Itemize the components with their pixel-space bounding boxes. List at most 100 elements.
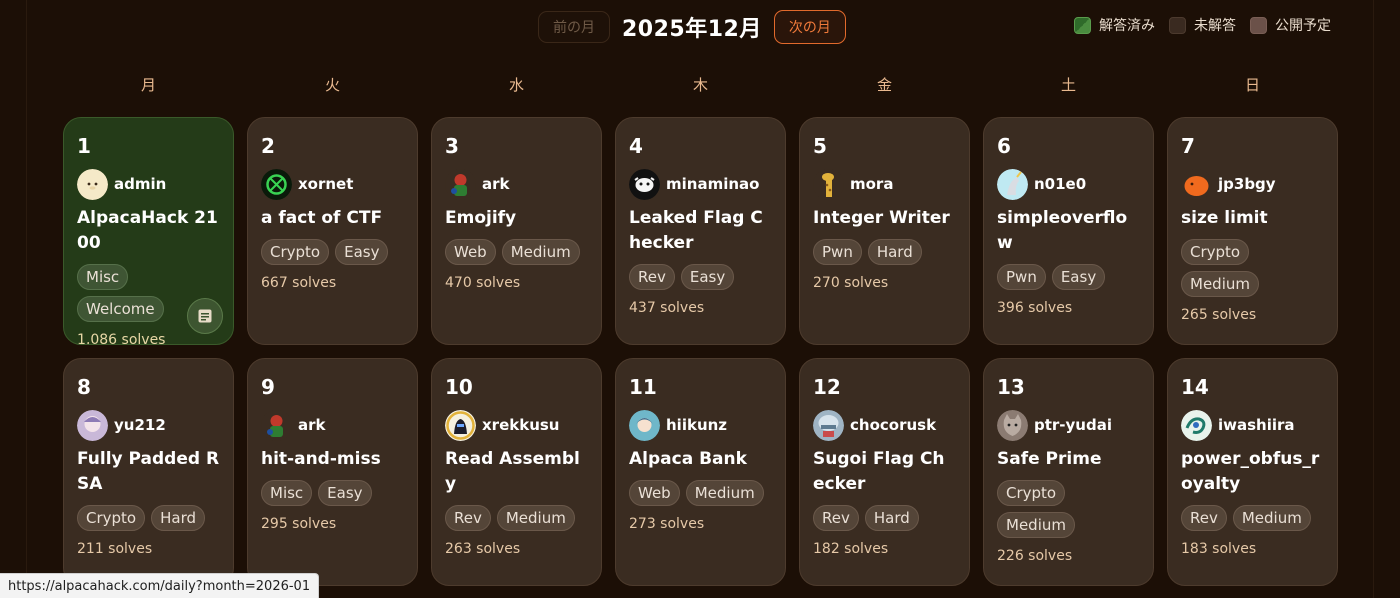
challenge-card[interactable]: 5 mora Integer Writer Pwn Hard 270 solves [799,117,970,345]
author-name: xornet [298,175,354,193]
status-bar-url: https://alpacahack.com/daily?month=2026-… [0,573,320,598]
challenge-card[interactable]: 2 xornet a fact of CTF Crypto Easy 667 solves [247,117,418,345]
author-name: ark [298,416,326,434]
challenge-title[interactable]: Sugoi Flag Checker [813,447,956,497]
challenge-card[interactable]: 4 minaminao Leaked Flag Checker Rev Easy 437 … [615,117,786,345]
solve-count: 265 solves [1181,307,1257,323]
challenge-title[interactable]: size limit [1181,206,1324,231]
challenge-card[interactable]: 12 chocorusk Sugoi Flag Checker Rev Hard 182 … [799,358,970,586]
challenge-card[interactable]: 11 hiikunz Alpaca Bank Web Medium 273 solves [615,358,786,586]
challenge-card[interactable]: 1 admin AlpacaHack 2100 Misc Welcome 1,086 so… [63,117,234,345]
day-number: 5 [813,134,827,158]
challenge-card[interactable]: 6 n01e0 simpleoverflow Pwn Easy 396 solves [983,117,1154,345]
tag-badge: Medium [997,512,1075,538]
challenge-card[interactable]: 10 xrekkusu Read Assembly Rev Medium 263 solv… [431,358,602,586]
author-name: minaminao [666,175,760,193]
writeup-document-icon[interactable] [187,298,223,334]
tag-badge: Web [629,480,680,506]
unsolved-swatch-icon [1169,16,1186,34]
tag-badge: Misc [261,480,313,506]
challenge-title[interactable]: AlpacaHack 2100 [77,206,220,256]
tag-badge: Medium [501,239,580,265]
anime-avatar-icon [77,409,108,441]
tag-list: Crypto Medium [1181,239,1324,297]
tag-list: Rev Easy [629,264,772,290]
tag-badge: Rev [813,505,859,531]
challenge-title[interactable]: Fully Padded RSA [77,447,220,497]
challenge-card[interactable]: 14 iwashiira power_obfus_royalty Rev Medium 1… [1167,358,1338,586]
scheduled-swatch-icon [1250,16,1267,34]
tag-badge: Easy [1051,264,1106,290]
author-row: admin [77,168,220,200]
green-ring-avatar-icon [261,168,292,200]
day-number: 4 [629,134,643,158]
solve-count: 667 solves [261,275,337,291]
challenge-title[interactable]: Alpaca Bank [629,447,772,472]
tag-badge: Medium [1181,271,1259,297]
challenge-title[interactable]: Leaked Flag Checker [629,206,772,256]
weekday-header: 月 火 水 木 金 土 日 [63,74,1338,94]
author-name: admin [114,175,167,193]
challenge-title[interactable]: power_obfus_royalty [1181,447,1324,497]
author-name: jp3bgy [1218,175,1276,193]
author-row: iwashiira [1181,409,1324,441]
solve-count: 470 solves [445,275,521,291]
day-number: 3 [445,134,459,158]
author-name: hiikunz [666,416,728,434]
author-name: xrekkusu [482,416,560,434]
challenge-title[interactable]: Read Assembly [445,447,588,497]
tag-badge: Crypto [77,505,146,531]
tag-badge: Rev [445,505,491,531]
day-number: 8 [77,375,91,399]
day-number: 11 [629,375,657,399]
legend-label: 解答済み [1099,18,1155,34]
day-number: 13 [997,375,1025,399]
tag-list: Crypto Easy [261,239,404,265]
next-month-button[interactable]: 次の月 [773,10,846,44]
character-avatar-icon [445,168,476,200]
tag-badge: Easy [318,480,372,506]
challenge-card[interactable]: 8 yu212 Fully Padded RSA Crypto Hard 211 solv… [63,358,234,586]
tag-badge: Medium [1232,505,1311,531]
challenge-title[interactable]: Integer Writer [813,206,956,231]
challenge-card[interactable]: 3 ark Emojify Web Medium 470 solves [431,117,602,345]
month-title: 2025年12月 [622,17,762,42]
challenge-card[interactable]: 9 ark hit-and-miss Misc Easy 295 solves [247,358,418,586]
day-number: 14 [1181,375,1209,399]
author-name: yu212 [114,416,166,434]
solve-count: 1,086 solves [77,332,166,345]
prev-month-button[interactable]: 前の月 [538,11,610,43]
day-number: 1 [77,134,91,158]
legend-scheduled: 公開予定 [1250,15,1331,35]
author-row: xornet [261,168,404,200]
author-row: chocorusk [813,409,956,441]
girl-avatar-icon [629,409,660,441]
challenge-title[interactable]: hit-and-miss [261,447,404,472]
tag-badge: Crypto [997,480,1066,506]
solved-swatch-icon [1074,16,1091,34]
author-row: n01e0 [997,168,1140,200]
challenge-title[interactable]: a fact of CTF [261,206,404,231]
challenge-card[interactable]: 7 jp3bgy size limit Crypto Medium 265 solves [1167,117,1338,345]
challenge-title[interactable]: simpleoverflow [997,206,1140,256]
challenge-card[interactable]: 13 ptr-yudai Safe Prime Crypto Medium 226 sol… [983,358,1154,586]
swirl-avatar-icon [1181,409,1212,441]
author-name: mora [850,175,894,193]
tag-list: Crypto Medium [997,480,1140,538]
author-row: minaminao [629,168,772,200]
challenge-title[interactable]: Safe Prime [997,447,1140,472]
solve-count: 273 solves [629,516,705,532]
weekday-label: 木 [692,76,708,94]
tag-badge: Medium [496,505,575,531]
legend: 解答済み 未解答 公開予定 [1074,15,1331,35]
tag-list: Web Medium [445,239,588,265]
author-row: ark [261,409,404,441]
weekday-label: 月 [140,76,156,94]
legend-label: 公開予定 [1275,18,1331,34]
scrollbar[interactable] [1374,0,1400,598]
solve-count: 396 solves [997,300,1073,316]
challenge-title[interactable]: Emojify [445,206,588,231]
tag-badge: Rev [629,264,675,290]
cow-avatar-icon [629,168,660,200]
tag-list: Rev Hard [813,505,956,531]
